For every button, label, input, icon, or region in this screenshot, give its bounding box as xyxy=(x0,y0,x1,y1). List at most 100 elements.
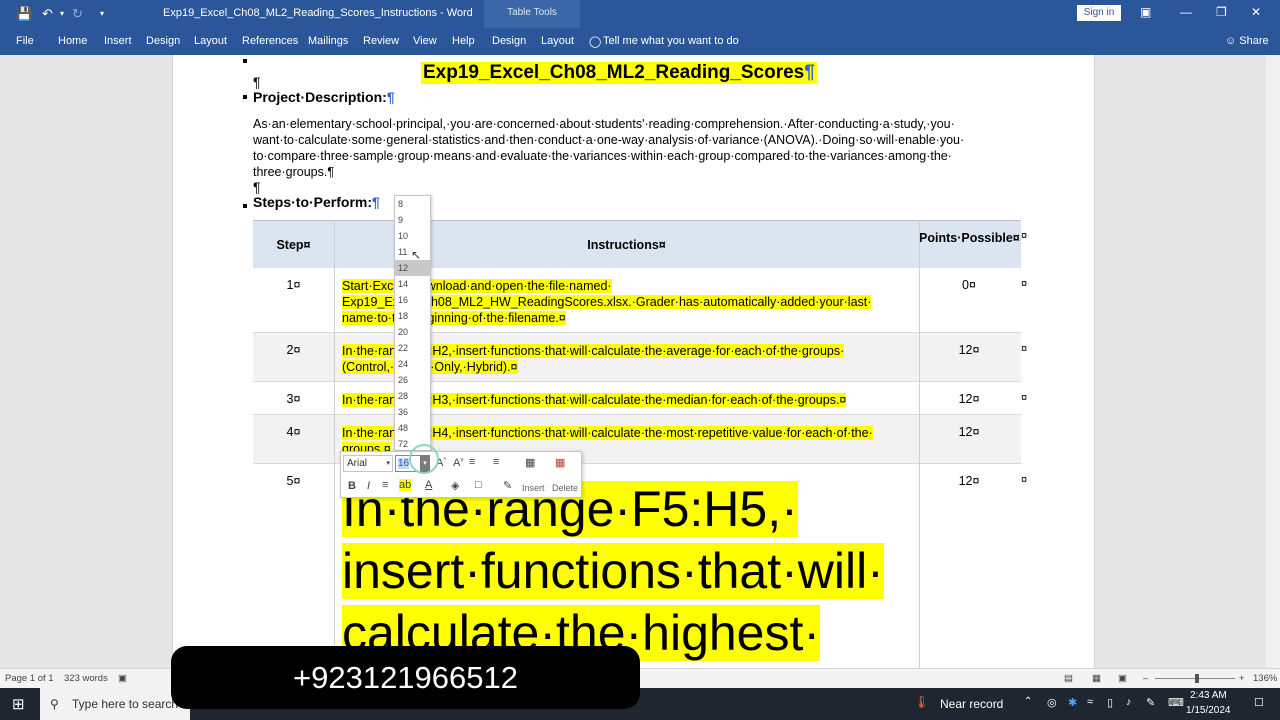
font-size-option[interactable]: 10 xyxy=(395,228,430,244)
table-row[interactable]: 2¤ In·the·range·F2:H2,·insert·functions·… xyxy=(253,333,1027,382)
bold-icon[interactable]: B xyxy=(348,480,356,492)
points-value: 12¤ xyxy=(958,425,980,439)
row-end-mark: ¤ xyxy=(1021,278,1028,290)
delete-table-icon[interactable]: ▦ xyxy=(555,456,565,469)
step-number: 2¤ xyxy=(286,343,301,357)
web-layout-icon[interactable]: ▣ xyxy=(1118,673,1127,684)
insert-table-icon[interactable]: ▦ xyxy=(525,456,535,469)
project-description-heading: Project·Description:¶ xyxy=(253,89,395,105)
redo-icon[interactable]: ↻ xyxy=(72,6,83,22)
font-size-option[interactable]: 22 xyxy=(395,340,430,356)
close-icon[interactable]: ✕ xyxy=(1251,5,1261,19)
align-center-icon[interactable]: ≡ xyxy=(382,479,388,491)
print-layout-icon[interactable]: ▦ xyxy=(1092,673,1101,684)
vertical-scrollbar[interactable] xyxy=(1266,55,1280,668)
tab-view[interactable]: View xyxy=(413,35,437,47)
document-area: Exp19_Excel_Ch08_ML2_Reading_Scores¶ ¶ P… xyxy=(0,55,1280,668)
wifi-icon[interactable]: ≈ xyxy=(1087,696,1093,708)
proofing-icon[interactable]: ▣ xyxy=(118,673,127,684)
restore-icon[interactable]: ❐ xyxy=(1216,5,1227,19)
document-page[interactable]: Exp19_Excel_Ch08_ML2_Reading_Scores¶ ¶ P… xyxy=(172,55,1095,668)
tab-file[interactable]: File xyxy=(16,35,34,47)
page-count[interactable]: Page 1 of 1 xyxy=(5,673,54,684)
minimize-icon[interactable]: — xyxy=(1180,5,1192,19)
pen-icon[interactable]: ✎ xyxy=(1146,696,1155,709)
save-icon[interactable]: 💾 xyxy=(16,6,32,22)
numbering-icon[interactable]: ≡ xyxy=(493,456,499,468)
bluetooth-icon[interactable]: ✱ xyxy=(1068,696,1077,709)
battery-icon[interactable]: ▯ xyxy=(1107,696,1113,709)
share-button[interactable]: ☺ Share xyxy=(1225,35,1269,47)
tab-review[interactable]: Review xyxy=(363,35,399,47)
font-size-option[interactable]: 24 xyxy=(395,356,430,372)
italic-icon[interactable]: I xyxy=(367,480,370,492)
ribbon-tabs: File Home Insert Design Layout Reference… xyxy=(0,28,1280,55)
notifications-icon[interactable]: ☐ xyxy=(1254,696,1264,709)
volume-icon[interactable]: ♪ xyxy=(1126,696,1132,708)
paragraph-mark-bullet xyxy=(243,95,247,99)
tab-design[interactable]: Design xyxy=(146,35,180,47)
font-size-option[interactable]: 14 xyxy=(395,276,430,292)
font-size-option[interactable]: 36 xyxy=(395,404,430,420)
font-size-option[interactable]: 20 xyxy=(395,324,430,340)
font-size-option[interactable]: 9 xyxy=(395,212,430,228)
zoom-out-icon[interactable]: – xyxy=(1143,673,1148,684)
undo-icon[interactable]: ↶ xyxy=(42,6,53,22)
table-row[interactable]: 3¤ In·the·range·F3:H3,·insert·functions·… xyxy=(253,382,1027,415)
network-icon[interactable]: ◎ xyxy=(1047,696,1057,709)
zoom-level[interactable]: 136% xyxy=(1253,673,1277,684)
windows-start-icon[interactable]: ⊞ xyxy=(12,695,25,713)
lightbulb-icon: ◯ xyxy=(589,36,602,48)
document-title-heading: Exp19_Excel_Ch08_ML2_Reading_Scores¶ xyxy=(421,62,817,84)
clock-time[interactable]: 2:43 AM xyxy=(1190,690,1227,701)
row-end-mark: ¤ xyxy=(1021,230,1028,242)
step-number: 3¤ xyxy=(286,392,301,406)
borders-icon[interactable]: □ xyxy=(475,479,482,491)
tab-home[interactable]: Home xyxy=(58,35,87,47)
pilcrow: ¶ xyxy=(386,89,395,105)
mouse-pointer-icon: ↖ xyxy=(411,248,422,262)
tab-table-design[interactable]: Design xyxy=(492,35,526,47)
tab-insert[interactable]: Insert xyxy=(104,35,132,47)
font-size-option[interactable]: 48 xyxy=(395,420,430,436)
chevron-up-icon[interactable]: ⌃ xyxy=(1024,696,1032,707)
tab-layout[interactable]: Layout xyxy=(194,35,227,47)
shrink-font-icon[interactable]: Av xyxy=(453,457,463,469)
undo-dropdown-icon[interactable]: ▾ xyxy=(60,9,64,18)
font-size-option[interactable]: 26 xyxy=(395,372,430,388)
read-mode-icon[interactable]: ▤ xyxy=(1064,673,1073,684)
font-size-option[interactable]: 18 xyxy=(395,308,430,324)
font-color-icon[interactable]: A xyxy=(425,479,432,491)
bullets-icon[interactable]: ≡ xyxy=(469,456,475,468)
clock-date[interactable]: 1/15/2024 xyxy=(1186,705,1231,716)
tab-table-layout[interactable]: Layout xyxy=(541,35,574,47)
font-size-option-hovered[interactable]: 12 xyxy=(395,260,430,276)
zoom-in-icon[interactable]: + xyxy=(1239,673,1245,684)
insert-label[interactable]: Insert xyxy=(522,483,545,493)
tab-references[interactable]: References xyxy=(242,35,298,47)
ribbon-display-options-icon[interactable]: ▣ xyxy=(1140,5,1151,19)
shading-icon[interactable]: ◈ xyxy=(451,479,459,492)
tab-help[interactable]: Help xyxy=(452,35,475,47)
customize-quick-access-icon[interactable]: ▾ xyxy=(100,9,104,18)
font-name-box[interactable]: Arial ▾ xyxy=(343,455,393,472)
font-size-option[interactable]: 16 xyxy=(395,292,430,308)
tab-mailings[interactable]: Mailings xyxy=(308,35,348,47)
table-row[interactable]: 1¤ Start·Excel.·Download·and·open·the·fi… xyxy=(253,268,1027,333)
font-size-option[interactable]: 28 xyxy=(395,388,430,404)
step-number: 1¤ xyxy=(286,278,301,292)
empty-paragraph: ¶ xyxy=(253,179,261,195)
sign-in-button[interactable]: Sign in xyxy=(1077,5,1121,21)
word-count[interactable]: 323 words xyxy=(64,673,108,684)
delete-label[interactable]: Delete xyxy=(552,483,578,493)
font-size-option[interactable]: 8 xyxy=(395,196,430,212)
keyboard-icon[interactable]: ⌨ xyxy=(1168,696,1184,709)
tell-me-search[interactable]: Tell me what you want to do xyxy=(603,35,739,47)
taskbar-search[interactable]: ⚲ Type here to search xyxy=(40,688,190,720)
highlight-color-icon[interactable]: ab xyxy=(399,479,412,491)
pilcrow: ¶ xyxy=(804,62,815,83)
zoom-slider-thumb[interactable] xyxy=(1195,674,1199,683)
table-header-row: Step¤ Instructions¤ Points·Possible¤ ¤ xyxy=(253,220,1027,268)
weather-text[interactable]: Near record xyxy=(940,697,1003,711)
format-painter-icon[interactable]: ✎ xyxy=(503,479,512,492)
